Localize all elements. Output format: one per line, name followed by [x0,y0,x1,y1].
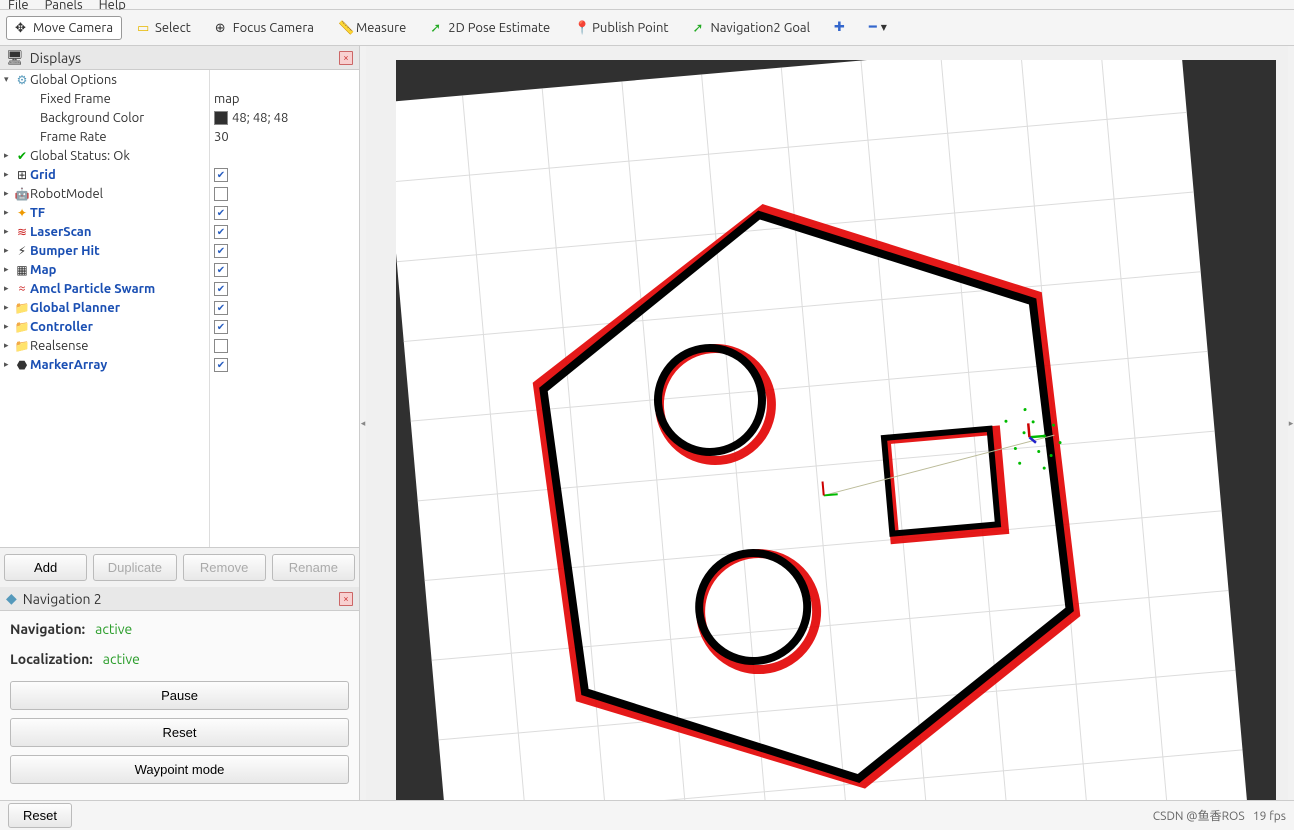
checkbox-realsense[interactable] [214,339,228,353]
checkbox-controller[interactable]: ✔ [214,320,228,334]
frame-rate-value[interactable]: 30 [210,127,359,146]
item-map[interactable]: Map [30,263,56,277]
gear-icon: ⚙ [14,73,30,87]
global-options-label[interactable]: Global Options [30,73,117,87]
item-amcl[interactable]: Amcl Particle Swarm [30,282,155,296]
folder-icon: 📁 [14,301,30,315]
item-controller[interactable]: Controller [30,320,93,334]
frame-rate-label[interactable]: Frame Rate [40,130,107,144]
checkbox-map[interactable]: ✔ [214,263,228,277]
minus-icon: ━ [869,20,877,35]
nav2-panel: Navigation:active Localization:active Pa… [0,611,359,800]
tool-focus-camera[interactable]: ⊕ Focus Camera [206,16,323,40]
item-bumperhit[interactable]: Bumper Hit [30,244,100,258]
localization-status-label: Localization: [10,651,93,667]
marker-icon: ⬣ [14,358,30,372]
select-icon: ▭ [137,21,151,35]
global-status-label[interactable]: Global Status: Ok [30,149,130,163]
remove-button[interactable]: Remove [183,554,266,581]
menu-help[interactable]: Help [99,0,126,9]
fixed-frame-value[interactable]: map [210,89,359,108]
checkbox-globalplanner[interactable]: ✔ [214,301,228,315]
displays-panel-header: 🖥 Displays × [0,46,359,70]
left-panel: 🖥 Displays × ▾⚙Global Options Fixed Fram… [0,46,360,800]
checkbox-amcl[interactable]: ✔ [214,282,228,296]
bg-color-label[interactable]: Background Color [40,111,144,125]
pause-button[interactable]: Pause [10,681,349,710]
rename-button[interactable]: Rename [272,554,355,581]
reset-button[interactable]: Reset [8,803,72,828]
plus-icon: ✚ [834,20,845,35]
item-globalplanner[interactable]: Global Planner [30,301,120,315]
watermark-text: CSDN @鱼香ROS [1153,810,1245,823]
tf-icon: ✦ [14,206,30,220]
measure-icon: 📏 [338,21,352,35]
grid-icon: ⊞ [14,168,30,182]
tool-select[interactable]: ▭ Select [128,16,200,40]
waypoint-mode-button[interactable]: Waypoint mode [10,755,349,784]
tool-remove[interactable]: ━▼ [860,15,896,40]
tool-nav2-goal[interactable]: ➚ Navigation2 Goal [683,16,819,40]
displays-tree: ▾⚙Global Options Fixed Frame Background … [0,70,359,547]
checkbox-tf[interactable]: ✔ [214,206,228,220]
item-laserscan[interactable]: LaserScan [30,225,91,239]
color-swatch [214,111,228,125]
nav2goal-icon: ➚ [692,21,706,35]
checkbox-grid[interactable]: ✔ [214,168,228,182]
add-button[interactable]: Add [4,554,87,581]
tool-measure[interactable]: 📏 Measure [329,16,415,40]
nav2-reset-button[interactable]: Reset [10,718,349,747]
folder-icon: 📁 [14,339,30,353]
checkbox-markerarray[interactable]: ✔ [214,358,228,372]
diamond-icon: ◆ [6,590,17,607]
duplicate-button[interactable]: Duplicate [93,554,176,581]
3d-viewport[interactable] [366,46,1288,800]
robot-icon: 🤖 [14,187,30,201]
close-nav2-icon[interactable]: × [339,592,353,606]
bottom-bar: Reset CSDN @鱼香ROS 19 fps [0,800,1294,830]
bumper-icon: ⚡ [14,244,30,258]
navigation-status-value: active [95,621,132,637]
tool-move-camera[interactable]: ✥ Move Camera [6,16,122,40]
laser-icon: ≋ [14,225,30,239]
right-splitter[interactable]: ▸ [1288,46,1294,800]
fixed-frame-label[interactable]: Fixed Frame [40,92,111,106]
displays-buttons: Add Duplicate Remove Rename [0,547,359,587]
nav2-title: Navigation 2 [23,591,102,607]
nav2-panel-header: ◆ Navigation 2 × [0,587,359,611]
toolbar: ✥ Move Camera ▭ Select ⊕ Focus Camera 📏 … [0,10,1294,46]
localization-status-value: active [103,651,140,667]
menu-panels[interactable]: Panels [45,0,83,9]
item-tf[interactable]: TF [30,206,45,220]
menu-file[interactable]: File [8,0,29,9]
tool-add[interactable]: ✚ [825,15,854,40]
menubar: File Panels Help [0,0,1294,10]
fps-text: 19 fps [1253,810,1286,823]
pose-icon: ➚ [430,21,444,35]
tool-2d-pose[interactable]: ➚ 2D Pose Estimate [421,16,559,40]
folder-icon: 📁 [14,320,30,334]
check-ok-icon: ✔ [14,149,30,163]
checkbox-bumperhit[interactable]: ✔ [214,244,228,258]
amcl-icon: ≈ [14,282,30,295]
item-robotmodel[interactable]: RobotModel [30,187,103,201]
pin-icon: 📍 [574,21,588,35]
focus-icon: ⊕ [215,21,229,35]
monitor-icon: 🖥 [6,49,24,66]
move-camera-icon: ✥ [15,21,29,35]
item-grid[interactable]: Grid [30,168,56,182]
map-icon: ▦ [14,263,30,277]
item-markerarray[interactable]: MarkerArray [30,358,107,372]
navigation-status-label: Navigation: [10,621,85,637]
close-displays-icon[interactable]: × [339,51,353,65]
checkbox-laserscan[interactable]: ✔ [214,225,228,239]
displays-title: Displays [30,50,81,66]
checkbox-robotmodel[interactable] [214,187,228,201]
bg-color-value[interactable]: 48; 48; 48 [210,108,359,127]
tool-publish-point[interactable]: 📍 Publish Point [565,16,677,40]
item-realsense[interactable]: Realsense [30,339,88,353]
